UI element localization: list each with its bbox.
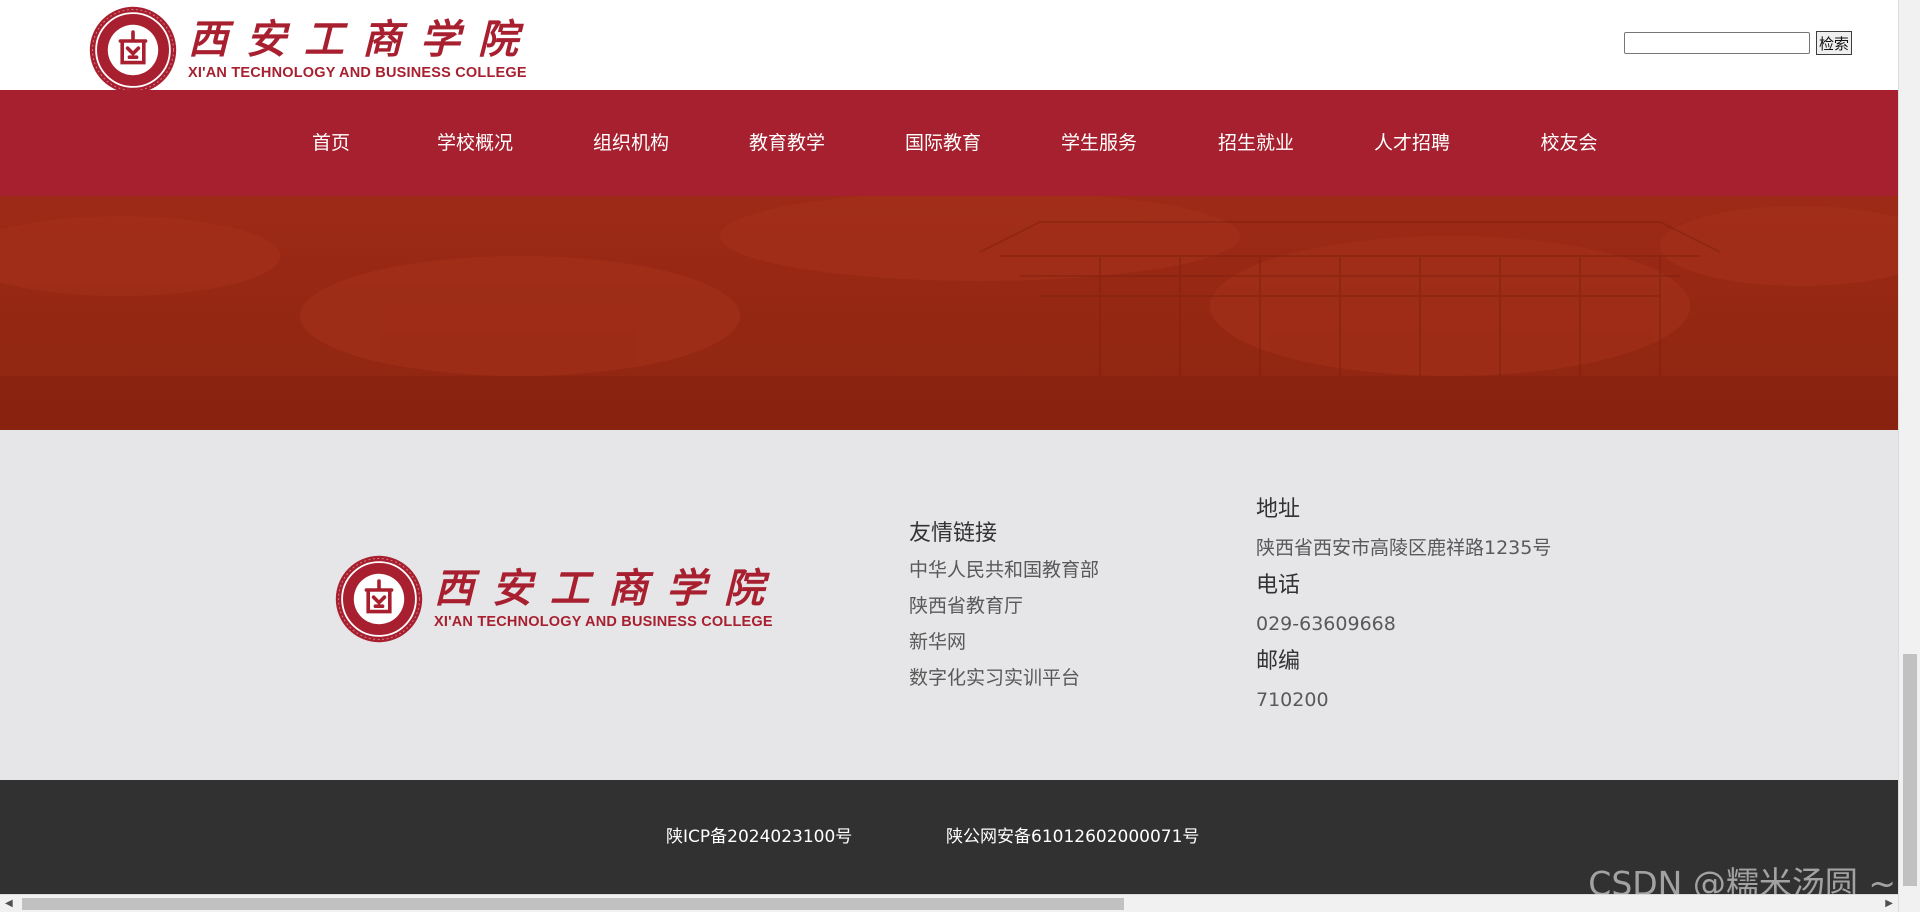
police-record-link[interactable]: 陕公网安备61012602000071号 — [946, 780, 1199, 894]
friend-links-title: 友情链接 — [909, 521, 998, 546]
nav-item-admissions[interactable]: 招生就业 — [1218, 90, 1294, 196]
footer-logo-english-name: XI'AN TECHNOLOGY AND BUSINESS COLLEGE — [434, 613, 773, 630]
college-seal-icon — [89, 6, 177, 94]
nav-item-student-services[interactable]: 学生服务 — [1061, 90, 1137, 196]
vertical-scrollbar-thumb[interactable] — [1903, 654, 1917, 886]
horizontal-scrollbar-thumb[interactable] — [22, 898, 1124, 910]
scroll-right-arrow-icon[interactable]: ▶ — [1885, 895, 1893, 912]
search-box: 检索 — [1623, 31, 1852, 55]
footer-logo: 西安工商学院 XI'AN TECHNOLOGY AND BUSINESS COL… — [334, 554, 782, 644]
nav-item-organization[interactable]: 组织机构 — [593, 90, 669, 196]
link-digital-training-platform[interactable]: 数字化实习实训平台 — [909, 660, 1229, 696]
link-ministry-of-education[interactable]: 中华人民共和国教育部 — [909, 552, 1229, 588]
scroll-left-arrow-icon[interactable]: ◀ — [5, 895, 13, 912]
friend-links: 友情链接 中华人民共和国教育部 陕西省教育厅 新华网 数字化实习实训平台 — [909, 516, 1229, 696]
page: 西安工商学院 XI'AN TECHNOLOGY AND BUSINESS COL… — [0, 0, 1920, 912]
search-button[interactable]: 检索 — [1815, 31, 1852, 55]
phone-value: 029-63609668 — [1256, 613, 1396, 635]
address-value: 陕西省西安市高陵区鹿祥路1235号 — [1256, 537, 1552, 559]
logo-chinese-name: 西安工商学院 — [188, 15, 536, 63]
address-label: 地址 — [1256, 497, 1301, 522]
nav-item-alumni[interactable]: 校友会 — [1540, 90, 1597, 196]
postcode-value: 710200 — [1256, 689, 1329, 711]
logo-english-name: XI'AN TECHNOLOGY AND BUSINESS COLLEGE — [188, 64, 527, 81]
link-shaanxi-education-dept[interactable]: 陕西省教育厅 — [909, 588, 1229, 624]
contact-info: 地址 陕西省西安市高陵区鹿祥路1235号 电话 029-63609668 邮编 … — [1256, 490, 1656, 718]
search-input[interactable] — [1623, 32, 1810, 54]
footer-logo-chinese-name: 西安工商学院 — [434, 564, 782, 612]
icp-record-link[interactable]: 陕ICP备2024023100号 — [666, 780, 852, 894]
nav-item-recruitment[interactable]: 人才招聘 — [1374, 90, 1450, 196]
nav-item-education[interactable]: 教育教学 — [749, 90, 825, 196]
site-header: 西安工商学院 XI'AN TECHNOLOGY AND BUSINESS COL… — [0, 0, 1898, 94]
phone-label: 电话 — [1256, 573, 1301, 598]
vertical-scrollbar[interactable] — [1898, 0, 1920, 912]
postcode-label: 邮编 — [1256, 649, 1301, 674]
nav-item-about[interactable]: 学校概况 — [437, 90, 513, 196]
banner-texture — [0, 196, 1898, 430]
link-xinhua[interactable]: 新华网 — [909, 624, 1229, 660]
header-logo[interactable]: 西安工商学院 XI'AN TECHNOLOGY AND BUSINESS COL… — [88, 6, 528, 94]
horizontal-scrollbar[interactable]: ◀ ▶ — [0, 894, 1898, 912]
footer-info: 西安工商学院 XI'AN TECHNOLOGY AND BUSINESS COL… — [0, 430, 1898, 780]
college-seal-icon — [335, 555, 423, 643]
hero-banner — [0, 196, 1898, 430]
main-nav: 首页 学校概况 组织机构 教育教学 国际教育 学生服务 招生就业 人才招聘 校友… — [0, 90, 1898, 196]
nav-item-international[interactable]: 国际教育 — [905, 90, 981, 196]
nav-item-home[interactable]: 首页 — [312, 90, 350, 196]
